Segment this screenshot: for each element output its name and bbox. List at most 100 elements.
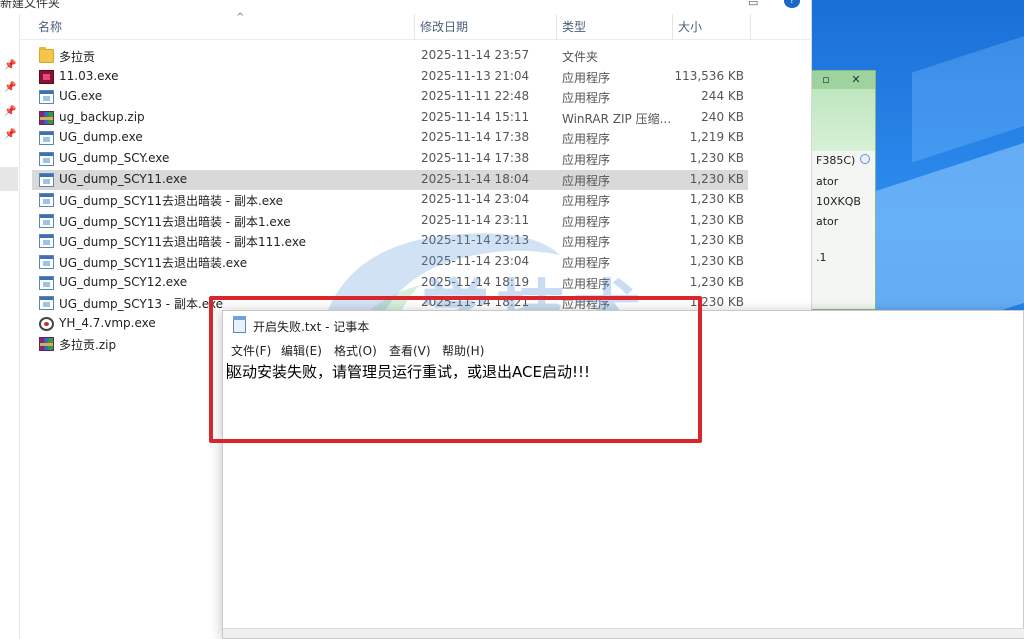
- file-row[interactable]: UG_dump_SCY11.exe 2025-11-14 18:04 应用程序 1,2…: [32, 169, 748, 191]
- column-divider[interactable]: [750, 14, 751, 40]
- exe-icon: [39, 213, 54, 228]
- file-row[interactable]: 11.03.exe 2025-11-13 21:04 应用程序 113,536 KB: [32, 67, 748, 88]
- file-row[interactable]: UG_dump_SCY11去退出暗装.exe 2025-11-14 23:04 应用…: [32, 252, 748, 273]
- file-size: 113,536 KB: [674, 68, 744, 83]
- file-row[interactable]: 多拉贡 2025-11-14 23:57 文件夹: [32, 46, 748, 67]
- exe-icon: [39, 151, 54, 166]
- file-date: 2025-11-14 23:11: [421, 212, 530, 227]
- file-size: 1,230 KB: [689, 150, 744, 165]
- file-type: 应用程序: [562, 194, 611, 209]
- file-row[interactable]: UG_dump_SCY.exe 2025-11-14 17:38 应用程序 1,230…: [32, 149, 748, 170]
- background-app-window[interactable]: ▫ ✕ F385C) ator 10XKQB ator .1: [812, 70, 876, 310]
- file-name: UG_dump_SCY11去退出暗装 - 副本111.exe: [59, 235, 306, 250]
- file-date: 2025-11-14 17:38: [421, 150, 530, 165]
- file-size: 1,230 KB: [689, 171, 744, 186]
- app-red-icon: [39, 69, 54, 84]
- pin-icon[interactable]: 📌: [4, 82, 16, 94]
- sort-ascending-icon: ^: [236, 12, 245, 23]
- close-icon[interactable]: ✕: [848, 73, 864, 87]
- info-icon[interactable]: [860, 154, 870, 164]
- navigation-pane: 📌 📌 📌 📌: [0, 14, 20, 639]
- file-name: 多拉贡: [59, 50, 96, 64]
- file-type: 应用程序: [562, 214, 611, 229]
- maximize-icon[interactable]: ▫: [818, 73, 834, 87]
- exe-icon: [39, 172, 54, 187]
- file-size: 1,230 KB: [689, 233, 744, 248]
- file-date: 2025-11-13 21:04: [421, 68, 530, 83]
- file-type: 应用程序: [562, 255, 611, 270]
- winrar-zip-icon: [39, 110, 54, 125]
- pin-icon[interactable]: 📌: [4, 129, 16, 141]
- file-name: YH_4.7.vmp.exe: [59, 315, 156, 330]
- exe-icon: [39, 90, 54, 105]
- column-header-bar: ^ 名称 修改日期 类型 大小: [20, 12, 812, 40]
- file-type: 应用程序: [562, 152, 611, 167]
- notepad-status-bar: [223, 628, 1024, 638]
- exe-icon: [39, 234, 54, 249]
- background-app-titlebar[interactable]: ▫ ✕: [812, 71, 875, 89]
- background-app-banner: [812, 89, 875, 151]
- column-header-date[interactable]: 修改日期: [414, 14, 468, 40]
- exe-icon: [39, 193, 54, 208]
- background-app-text: ator: [816, 215, 839, 228]
- file-row[interactable]: UG_dump_SCY11去退出暗装 - 副本.exe 2025-11-14 23…: [32, 190, 748, 211]
- file-row[interactable]: UG_dump.exe 2025-11-14 17:38 应用程序 1,219 KB: [32, 128, 748, 149]
- column-header-type[interactable]: 类型: [556, 14, 586, 40]
- file-type: 文件夹: [562, 50, 599, 64]
- file-type: WinRAR ZIP 压缩...: [562, 111, 672, 126]
- file-row[interactable]: UG_dump_SCY11去退出暗装 - 副本111.exe 2025-11-14…: [32, 231, 748, 252]
- wallpaper-light-beam: [912, 7, 1024, 163]
- file-date: 2025-11-11 22:48: [421, 89, 530, 104]
- navigation-selected-item[interactable]: [0, 167, 18, 191]
- file-date: 2025-11-14 23:04: [421, 253, 530, 268]
- annotation-highlight-box: [209, 296, 702, 443]
- exe-icon: [39, 296, 54, 311]
- file-date: 2025-11-14 23:57: [421, 48, 530, 62]
- exe-icon: [39, 254, 54, 269]
- exe-icon: [39, 275, 54, 290]
- file-name: 多拉贡.zip: [59, 338, 117, 353]
- file-row[interactable]: UG_dump_SCY12.exe 2025-11-14 18:19 应用程序 1,2…: [32, 273, 748, 294]
- file-type: 应用程序: [562, 132, 611, 147]
- file-name: ug_backup.zip: [59, 109, 145, 124]
- exe-icon: [39, 131, 54, 146]
- file-type: 应用程序: [562, 91, 611, 106]
- file-name: UG_dump_SCY12.exe: [59, 274, 188, 289]
- file-size: 244 KB: [701, 89, 744, 104]
- file-name: 11.03.exe: [59, 68, 119, 83]
- file-name: UG.exe: [59, 89, 103, 104]
- vmp-exe-icon: [39, 316, 54, 331]
- column-header-name[interactable]: 名称: [32, 14, 62, 40]
- file-name: UG_dump_SCY11.exe: [59, 171, 188, 186]
- help-icon[interactable]: ?: [784, 0, 800, 8]
- file-size: 1,230 KB: [689, 253, 744, 268]
- file-size: 240 KB: [701, 109, 744, 124]
- file-date: 2025-11-14 18:19: [421, 274, 530, 289]
- file-type: 应用程序: [562, 235, 611, 250]
- winrar-zip-icon: [39, 337, 54, 352]
- file-name: UG_dump_SCY.exe: [59, 150, 170, 165]
- file-type: 应用程序: [562, 276, 611, 291]
- folder-icon: [39, 47, 54, 63]
- file-name: UG_dump_SCY13 - 副本.exe: [59, 297, 224, 312]
- file-date: 2025-11-14 23:13: [421, 233, 530, 248]
- file-date: 2025-11-14 18:04: [421, 171, 530, 186]
- file-row[interactable]: UG.exe 2025-11-11 22:48 应用程序 244 KB: [32, 87, 748, 108]
- file-name: UG_dump_SCY11去退出暗装 - 副本1.exe: [59, 214, 291, 229]
- file-name: UG_dump_SCY11去退出暗装 - 副本.exe: [59, 194, 284, 209]
- file-type: 应用程序: [562, 173, 611, 188]
- view-toggle-icon[interactable]: ▭: [748, 0, 764, 9]
- file-row[interactable]: UG_dump_SCY11去退出暗装 - 副本1.exe 2025-11-14 2…: [32, 211, 748, 232]
- file-date: 2025-11-14 23:04: [421, 192, 530, 207]
- file-name: UG_dump_SCY11去退出暗装.exe: [59, 255, 248, 270]
- file-size: 1,230 KB: [689, 274, 744, 289]
- column-header-size[interactable]: 大小: [672, 14, 702, 40]
- file-type: 应用程序: [562, 70, 611, 85]
- background-app-text: 10XKQB: [816, 195, 861, 208]
- explorer-title: 新建文件夹: [0, 0, 61, 10]
- pin-icon[interactable]: 📌: [4, 106, 16, 118]
- file-name: UG_dump.exe: [59, 130, 143, 145]
- file-size: 1,219 KB: [689, 130, 744, 145]
- pin-icon[interactable]: 📌: [4, 60, 16, 72]
- file-row[interactable]: ug_backup.zip 2025-11-14 15:11 WinRAR ZIP …: [32, 108, 748, 129]
